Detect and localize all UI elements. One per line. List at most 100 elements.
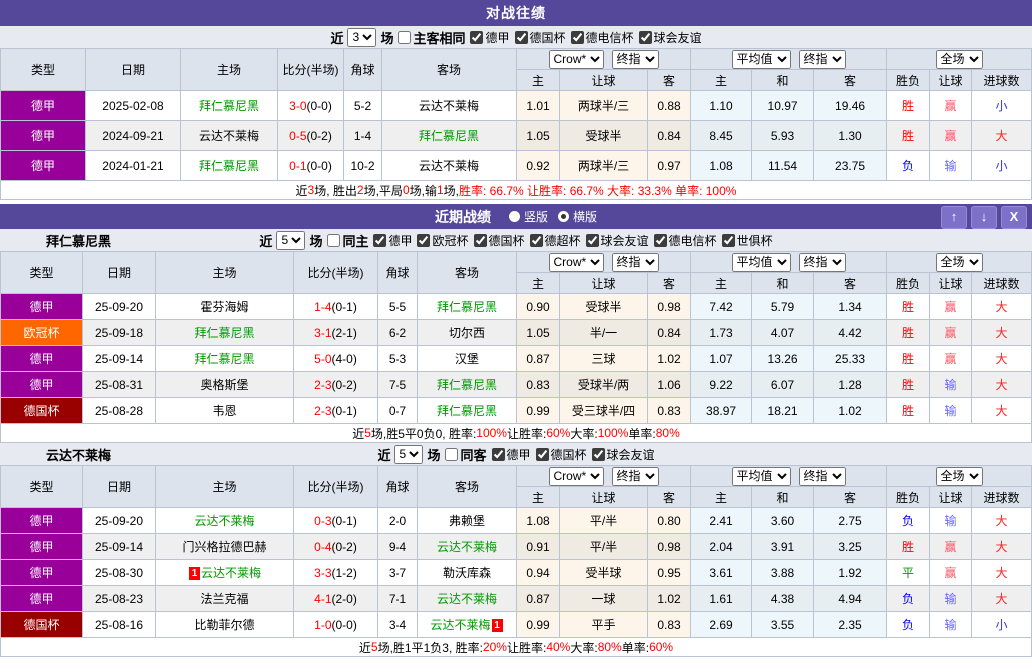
average-odds-select[interactable]: 平均值 xyxy=(732,253,791,272)
match-date: 25-09-20 xyxy=(83,508,156,534)
match-date: 25-08-16 xyxy=(83,612,156,638)
league-checkbox-input[interactable] xyxy=(722,234,735,247)
league-checkbox[interactable]: 球会友谊 xyxy=(587,446,655,463)
average-odds: 9.22 xyxy=(691,372,752,398)
league-checkbox[interactable]: 德国杯 xyxy=(510,29,566,46)
result-mark: 胜 xyxy=(902,540,914,554)
scope-select[interactable]: 全场 xyxy=(936,50,983,69)
result-mark: 大 xyxy=(996,566,1008,580)
result-cell: 胜 xyxy=(887,320,930,346)
special-filter-checkbox[interactable]: 同主 xyxy=(322,231,368,250)
full-time-score: 4-1 xyxy=(314,592,331,606)
league-checkbox[interactable]: 欧冠杯 xyxy=(412,232,468,249)
league-checkbox-input[interactable] xyxy=(654,234,667,247)
scope-select[interactable]: 全场 xyxy=(936,253,983,272)
league-checkbox-input[interactable] xyxy=(515,31,528,44)
league-checkbox[interactable]: 球会友谊 xyxy=(634,29,702,46)
league-checkbox[interactable]: 德国杯 xyxy=(531,446,587,463)
league-checkbox-input[interactable] xyxy=(474,234,487,247)
final-odds-select[interactable]: 终指 xyxy=(612,50,659,69)
result-cell: 赢 xyxy=(930,560,972,586)
result-cell: 输 xyxy=(930,398,972,424)
odds-source-select[interactable]: Crow* xyxy=(549,50,604,69)
column-header: 角球 xyxy=(378,466,418,508)
move-up-button[interactable]: ↑ xyxy=(941,206,967,229)
average-odds: 2.75 xyxy=(814,508,887,534)
league-checkbox-input[interactable] xyxy=(417,234,430,247)
close-button[interactable]: X xyxy=(1001,206,1027,229)
match-row: 德国杯25-08-28韦恩2-3(0-1)0-7拜仁慕尼黑0.99受三球半/四0… xyxy=(1,398,1032,424)
result-cell: 大 xyxy=(972,346,1032,372)
result-cell: 小 xyxy=(972,612,1032,638)
radio-icon[interactable] xyxy=(509,211,520,222)
special-filter-checkbox[interactable]: 同客 xyxy=(440,445,486,464)
handicap-odds: 1.02 xyxy=(648,346,691,372)
final-odds-select[interactable]: 终指 xyxy=(612,467,659,486)
result-cell: 胜 xyxy=(887,346,930,372)
odds-source-select[interactable]: Crow* xyxy=(549,253,604,272)
recent-count-select[interactable]: 3 xyxy=(347,28,376,47)
handicap-odds: 两球半/三 xyxy=(560,91,648,121)
result-mark: 赢 xyxy=(945,326,957,340)
result-cell: 大 xyxy=(972,121,1032,151)
league-checkbox[interactable]: 球会友谊 xyxy=(581,232,649,249)
league-checkbox[interactable]: 德甲 xyxy=(487,446,531,463)
summary-segment: 60% xyxy=(649,640,673,654)
league-checkbox[interactable]: 世俱杯 xyxy=(717,232,773,249)
handicap-odds: 三球 xyxy=(560,346,648,372)
radio-icon[interactable] xyxy=(558,211,569,222)
special-filter-checkbox-input[interactable] xyxy=(327,234,340,247)
handicap-odds: 受球半 xyxy=(560,121,648,151)
league-checkbox-input[interactable] xyxy=(536,448,549,461)
league-checkbox-label: 德电信杯 xyxy=(669,232,717,249)
average-odds-header: 平均值终指 xyxy=(691,252,887,273)
team-name: 霍芬海姆 xyxy=(200,300,248,314)
summary-segment: 5 xyxy=(364,426,371,440)
league-checkbox-input[interactable] xyxy=(470,31,483,44)
sub-column-header: 主 xyxy=(691,487,752,508)
league-checkbox-input[interactable] xyxy=(592,448,605,461)
special-filter-checkbox-input[interactable] xyxy=(445,448,458,461)
final-odds-select[interactable]: 终指 xyxy=(799,253,846,272)
league-checkbox-input[interactable] xyxy=(639,31,652,44)
h2h-filter-row: 近3场主客相同德甲德国杯德电信杯球会友谊 xyxy=(0,26,1032,48)
layout-radio-horizontal[interactable]: 横版 xyxy=(548,208,597,225)
result-mark: 大 xyxy=(996,540,1008,554)
match-date: 2024-09-21 xyxy=(86,121,181,151)
scope-select[interactable]: 全场 xyxy=(936,467,983,486)
average-odds-select[interactable]: 平均值 xyxy=(732,467,791,486)
final-odds-select[interactable]: 终指 xyxy=(799,50,846,69)
handicap-odds: 平/半 xyxy=(560,508,648,534)
move-down-button[interactable]: ↓ xyxy=(971,206,997,229)
special-filter-checkbox-input[interactable] xyxy=(398,31,411,44)
league-checkbox-input[interactable] xyxy=(492,448,505,461)
odds-source-select[interactable]: Crow* xyxy=(549,467,604,486)
average-odds-select[interactable]: 平均值 xyxy=(732,50,791,69)
special-filter-checkbox[interactable]: 主客相同 xyxy=(393,28,465,47)
league-checkbox-input[interactable] xyxy=(373,234,386,247)
league-checkbox-input[interactable] xyxy=(586,234,599,247)
sub-column-header: 让球 xyxy=(560,487,648,508)
h2h-title-bar: 对战往绩 xyxy=(0,0,1032,26)
league-checkbox-input[interactable] xyxy=(571,31,584,44)
recent-count-select[interactable]: 5 xyxy=(394,445,423,464)
final-odds-select[interactable]: 终指 xyxy=(799,467,846,486)
team-cell: 拜仁慕尼黑 xyxy=(181,151,278,181)
league-checkbox[interactable]: 德甲 xyxy=(368,232,412,249)
league-checkbox[interactable]: 德电信杯 xyxy=(649,232,717,249)
league-checkbox[interactable]: 德电信杯 xyxy=(566,29,634,46)
league-checkbox[interactable]: 德国杯 xyxy=(469,232,525,249)
layout-radio-vertical[interactable]: 竖版 xyxy=(499,208,548,225)
full-time-score: 3-3 xyxy=(314,566,331,580)
sub-column-header: 主 xyxy=(517,70,560,91)
sub-column-header: 让球 xyxy=(930,273,972,294)
league-checkbox[interactable]: 德超杯 xyxy=(525,232,581,249)
league-checkbox-input[interactable] xyxy=(530,234,543,247)
recent-count-select[interactable]: 5 xyxy=(276,231,305,250)
team-name: 奥格斯堡 xyxy=(200,378,248,392)
league-checkbox[interactable]: 德甲 xyxy=(465,29,509,46)
scope-header: 全场 xyxy=(887,252,1032,273)
final-odds-select[interactable]: 终指 xyxy=(612,253,659,272)
league-badge: 德甲 xyxy=(1,91,86,121)
match-date: 25-08-30 xyxy=(83,560,156,586)
